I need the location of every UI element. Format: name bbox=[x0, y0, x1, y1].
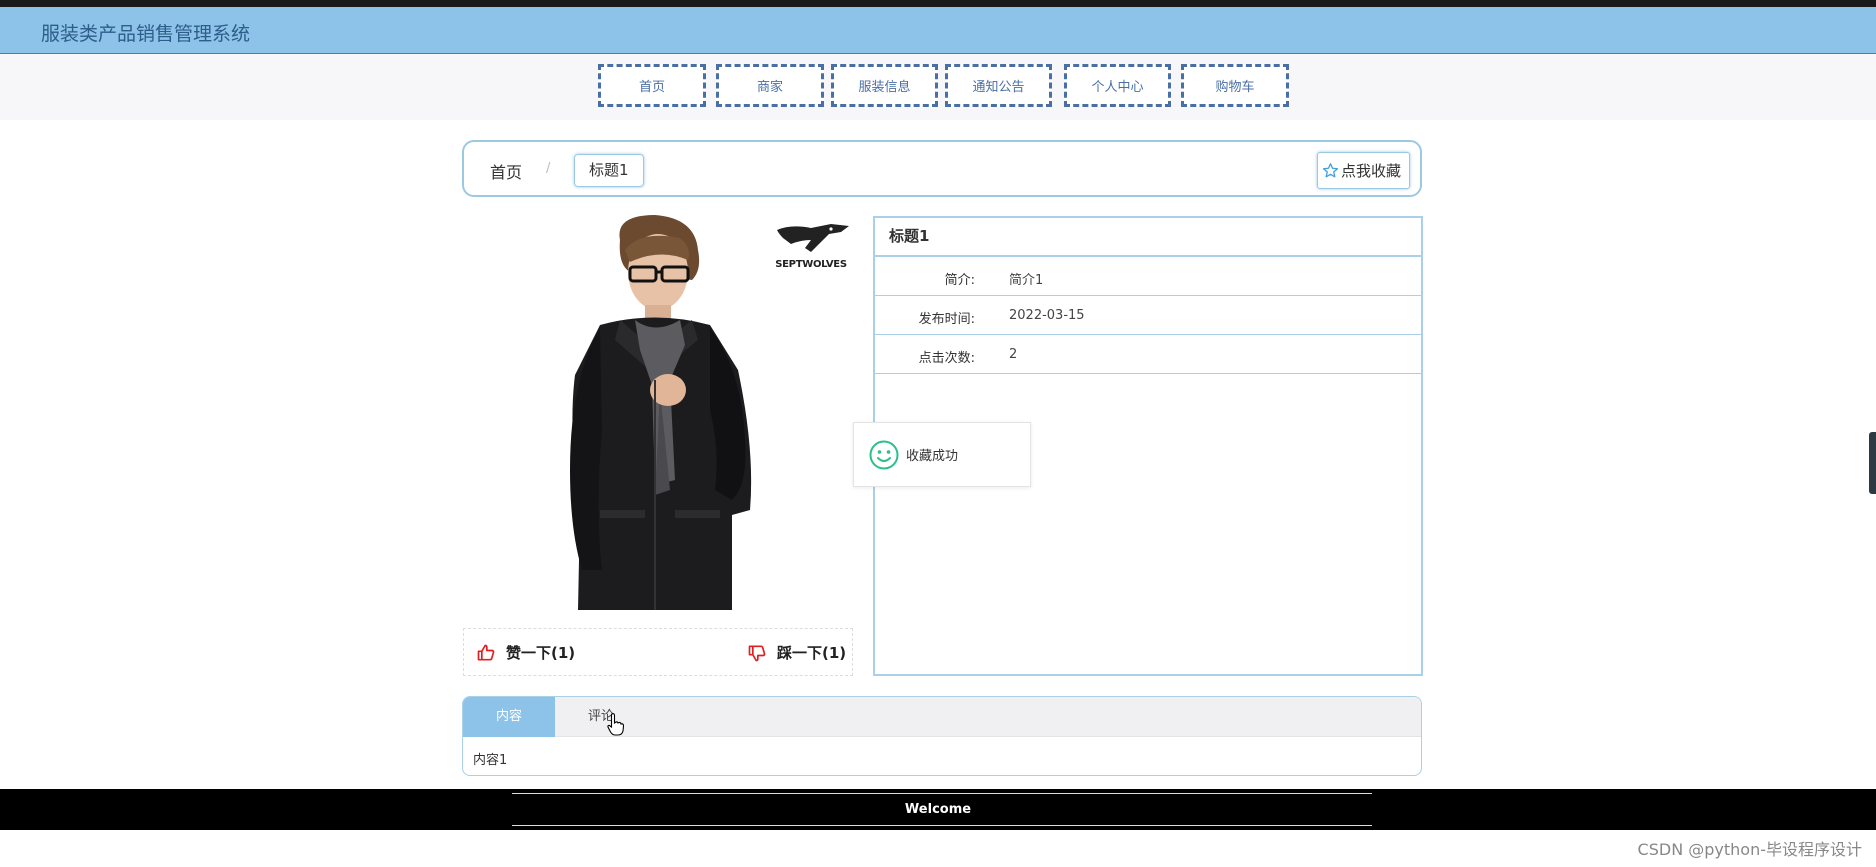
site-title: 服装类产品销售管理系统 bbox=[41, 23, 251, 45]
nav-item-merchants[interactable]: 商家 bbox=[716, 64, 824, 107]
info-row: 发布时间: 2022-03-15 bbox=[875, 296, 1421, 335]
watermark: CSDN @python-毕设程序设计 bbox=[1637, 840, 1862, 859]
nav-item-home[interactable]: 首页 bbox=[598, 64, 706, 107]
dislike-label: 踩一下(1) bbox=[777, 644, 847, 662]
like-button[interactable]: 赞一下(1) bbox=[476, 642, 575, 663]
thumbs-up-icon bbox=[477, 644, 495, 660]
site-header: 服装类产品销售管理系统 bbox=[0, 7, 1876, 54]
breadcrumb-current: 标题1 bbox=[574, 154, 644, 187]
nav-item-cart[interactable]: 购物车 bbox=[1181, 64, 1289, 107]
footer-welcome: Welcome bbox=[904, 802, 972, 817]
site-footer: Welcome bbox=[0, 789, 1876, 830]
breadcrumb-home[interactable]: 首页 bbox=[490, 159, 522, 183]
footer-divider-bottom bbox=[512, 825, 1372, 826]
info-row-value: 简介1 bbox=[1009, 273, 1044, 288]
favorite-button-label: 点我收藏 bbox=[1340, 162, 1401, 180]
nav-item-notices[interactable]: 通知公告 bbox=[945, 64, 1052, 107]
product-title: 标题1 bbox=[875, 218, 1421, 257]
main-nav: 首页 商家 服装信息 通知公告 个人中心 购物车 bbox=[0, 54, 1876, 120]
vote-bar: 赞一下(1) 踩一下(1) bbox=[463, 628, 853, 676]
side-scroll-handle[interactable] bbox=[1869, 432, 1876, 494]
like-label: 赞一下(1) bbox=[506, 644, 576, 662]
info-row-label: 点击次数: bbox=[918, 351, 975, 366]
favorite-button[interactable]: 点我收藏 bbox=[1316, 152, 1410, 189]
tab-content-body: 内容1 bbox=[473, 753, 508, 768]
success-toast: 收藏成功 bbox=[853, 422, 1031, 487]
smile-icon bbox=[869, 440, 899, 469]
info-row-value: 2 bbox=[1009, 347, 1018, 362]
brand-logo-text: SEPTWOLVES bbox=[775, 259, 847, 270]
content-tabs: 内容 评论 内容1 bbox=[462, 696, 1422, 776]
info-row: 简介: 简介1 bbox=[875, 257, 1421, 296]
dislike-button[interactable]: 踩一下(1) bbox=[747, 642, 846, 663]
info-row: 点击次数: 2 bbox=[875, 335, 1421, 374]
hand-cursor-icon bbox=[607, 713, 625, 736]
tab-comments[interactable]: 评论 bbox=[555, 697, 647, 737]
info-row-value: 2022-03-15 bbox=[1009, 308, 1085, 323]
breadcrumb: 首页 / 标题1 点我收藏 bbox=[462, 140, 1422, 197]
nav-item-personal-center[interactable]: 个人中心 bbox=[1064, 64, 1171, 107]
breadcrumb-separator: / bbox=[546, 161, 551, 176]
window-top-border bbox=[0, 0, 1876, 7]
footer-divider-top bbox=[512, 793, 1372, 794]
thumbs-down-icon bbox=[748, 645, 766, 661]
brand-logo: SEPTWOLVES bbox=[771, 222, 851, 274]
star-outline-icon bbox=[1322, 163, 1339, 178]
nav-item-clothing-info[interactable]: 服装信息 bbox=[831, 64, 938, 107]
toast-text: 收藏成功 bbox=[906, 449, 959, 464]
tab-content[interactable]: 内容 bbox=[463, 697, 555, 737]
info-row-label: 简介: bbox=[944, 273, 975, 288]
info-row-label: 发布时间: bbox=[918, 312, 975, 327]
